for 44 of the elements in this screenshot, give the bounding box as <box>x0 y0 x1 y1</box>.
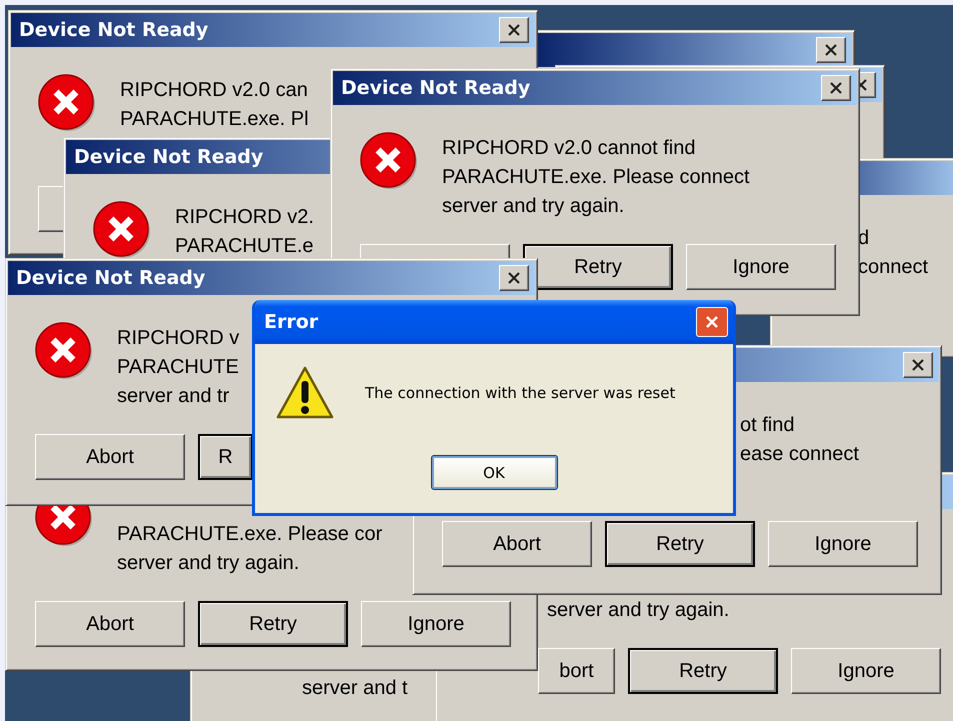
dialog-button[interactable]: Ignore <box>768 521 918 567</box>
message-text: RIPCHORD v2.0 cannot find PARACHUTE.exe. Please connect server and try again. <box>442 136 750 219</box>
dialog-button[interactable]: Abort <box>35 434 185 480</box>
close-icon <box>507 23 521 37</box>
window-title: Device Not Ready <box>16 267 206 289</box>
window-title: Device Not Ready <box>19 19 208 41</box>
window-title: Error <box>264 311 318 333</box>
dialog-button[interactable]: OK <box>430 455 558 490</box>
close-icon <box>824 43 838 57</box>
close-icon <box>705 315 719 329</box>
message-text: PARACHUTE.exe. Please cor server and try again. <box>117 522 382 576</box>
close-icon <box>829 81 843 95</box>
dialog-button[interactable]: Ignore <box>686 244 836 290</box>
dialog-button[interactable]: R <box>198 434 253 480</box>
message-text: ot find ease connect <box>740 413 859 467</box>
dialog-button[interactable]: Abort <box>35 601 185 647</box>
dialog-button[interactable]: bort <box>538 648 615 694</box>
close-button[interactable] <box>499 17 529 43</box>
close-icon <box>507 271 521 285</box>
warning-icon <box>275 365 335 421</box>
message-text: server and t <box>302 676 408 701</box>
message-text: RIPCHORD v2.0 can PARACHUTE.exe. Pl <box>120 78 309 132</box>
message-text: The connection with the server was reset <box>365 383 676 403</box>
message-text: server and try again. <box>547 598 730 623</box>
error-icon <box>93 201 151 259</box>
close-button[interactable] <box>821 75 851 101</box>
message-text: RIPCHORD v2. PARACHUTE.e <box>175 205 314 259</box>
error-icon <box>35 322 93 380</box>
error-icon <box>38 74 96 132</box>
message-text: RIPCHORD v PARACHUTE server and tr <box>117 326 240 409</box>
dialog-button[interactable]: Retry <box>628 648 778 694</box>
dialog-button[interactable]: Ignore <box>361 601 511 647</box>
close-button[interactable] <box>816 37 846 63</box>
close-button[interactable] <box>903 352 933 378</box>
dialog-button[interactable]: Retry <box>605 521 755 567</box>
dialog-button[interactable]: Retry <box>198 601 348 647</box>
dialog-button[interactable]: Ignore <box>791 648 941 694</box>
window-title: Device Not Ready <box>341 77 530 99</box>
error-icon <box>360 132 418 190</box>
window-title: Device Not Ready <box>74 146 264 168</box>
close-button[interactable] <box>499 265 529 291</box>
dialog-button[interactable]: Abort <box>442 521 592 567</box>
dialog-button[interactable]: Retry <box>523 244 673 290</box>
close-icon <box>911 358 925 372</box>
